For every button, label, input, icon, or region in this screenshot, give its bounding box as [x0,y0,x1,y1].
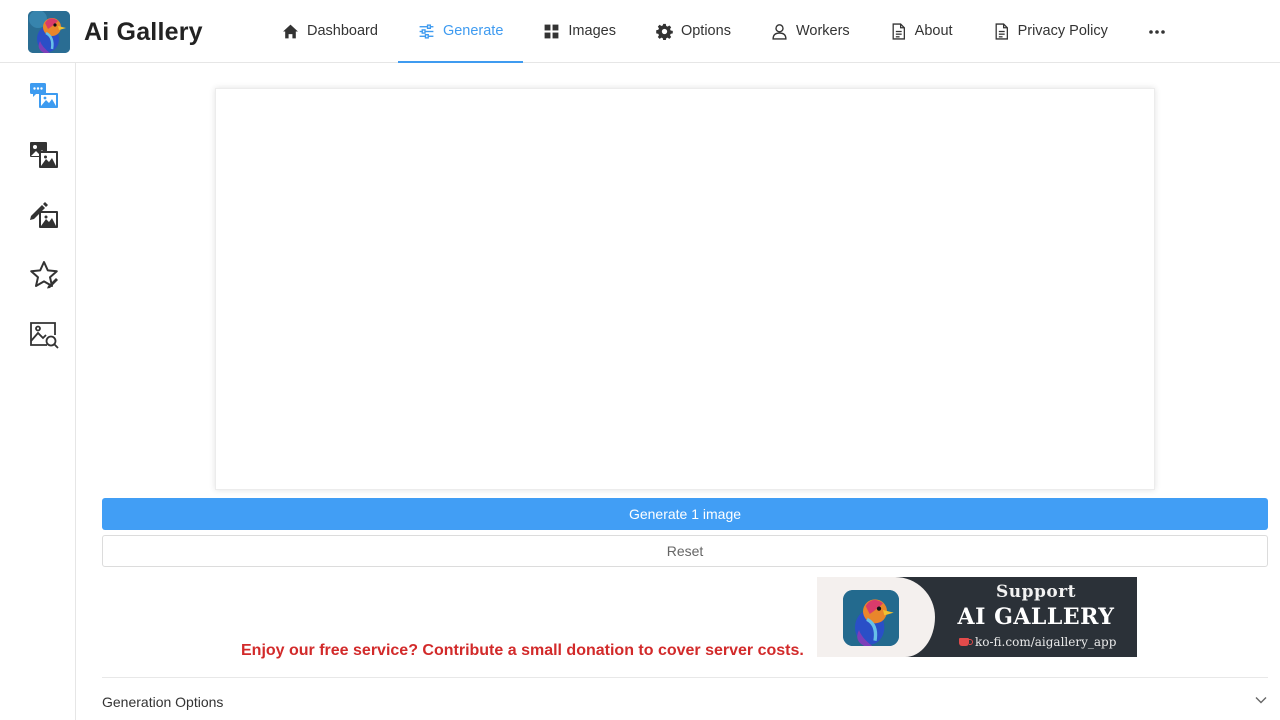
image-to-image-icon [28,139,60,176]
nav-privacy-policy-label: Privacy Policy [1017,23,1108,39]
banner-app-name: AI GALLERY [957,604,1115,630]
nav-dashboard[interactable]: Dashboard [262,0,398,62]
document-icon [890,22,907,40]
document-icon [993,22,1010,40]
main-nav: Dashboard Generate Images Options Worker… [262,0,1186,63]
generation-options-toggle[interactable]: Generation Options [102,688,1268,716]
sidebar-item-text-to-image[interactable] [24,77,64,117]
image-preview-area [215,88,1155,490]
nav-more[interactable] [1128,0,1186,62]
nav-about-label: About [914,23,953,39]
top-header: Ai Gallery Dashboard Generate Images Opt… [0,0,1280,63]
sliders-icon [418,23,435,40]
nav-workers-label: Workers [795,23,850,39]
nav-generate-label: Generate [442,23,504,39]
coffee-cup-icon [959,638,973,646]
sidebar-item-image-search[interactable] [24,317,64,357]
banner-support-text: Support [995,582,1077,602]
section-divider [102,677,1268,678]
nav-images-label: Images [568,23,616,39]
nav-generate[interactable]: Generate [397,0,524,63]
app-logo [28,11,70,53]
favorites-star-icon [28,259,60,296]
text-to-image-icon [28,79,60,116]
generation-options-label: Generation Options [102,694,224,710]
sidebar-item-inpaint[interactable] [24,197,64,237]
nav-options-label: Options [680,23,731,39]
donation-message: Enjoy our free service? Contribute a sma… [241,642,804,659]
sidebar [0,63,76,720]
nav-dashboard-label: Dashboard [307,23,378,39]
banner-url-text: ko-fi.com/aigallery_app [975,635,1117,649]
gear-icon [656,23,673,40]
reset-button[interactable]: Reset [102,535,1268,567]
generate-button[interactable]: Generate 1 image [102,498,1268,530]
nav-about[interactable]: About [870,0,973,62]
nav-images[interactable]: Images [523,0,636,62]
kofi-support-banner[interactable]: Support AI GALLERY ko-fi.com/aigallery_a… [817,577,1137,657]
inpaint-icon [28,199,60,236]
brand[interactable]: Ai Gallery [28,11,203,53]
more-dots-icon [1148,23,1166,39]
nav-options[interactable]: Options [636,0,751,62]
nav-privacy-policy[interactable]: Privacy Policy [973,0,1128,62]
banner-url: ko-fi.com/aigallery_app [959,635,1116,649]
sidebar-item-favorites[interactable] [24,257,64,297]
image-search-icon [28,319,60,356]
grid-icon [543,23,560,40]
chevron-down-icon [1254,693,1268,712]
home-icon [282,23,299,40]
sidebar-item-image-to-image[interactable] [24,137,64,177]
user-icon [771,23,788,40]
nav-workers[interactable]: Workers [751,0,870,62]
app-title: Ai Gallery [84,17,203,46]
